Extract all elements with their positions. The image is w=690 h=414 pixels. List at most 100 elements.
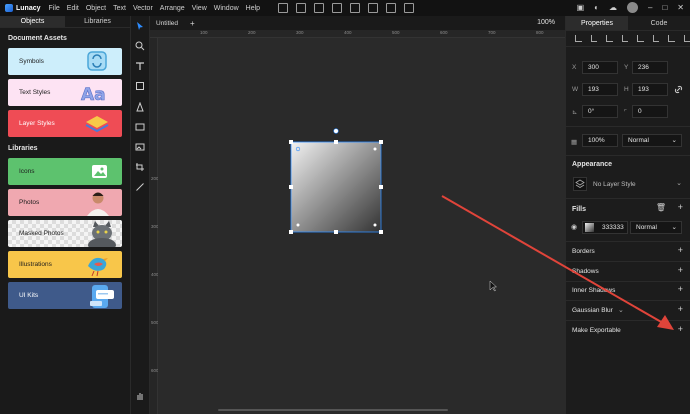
rotate-icon[interactable]: [386, 3, 396, 13]
menu-arrange[interactable]: Arrange: [160, 5, 185, 12]
libraries-heading: Libraries: [8, 145, 38, 152]
tab-properties[interactable]: Properties: [566, 16, 628, 30]
add-fill-button[interactable]: +: [678, 202, 683, 212]
masked-photos-label: Masked Photos: [19, 230, 64, 237]
ruler-label: 500: [392, 30, 400, 35]
close-icon[interactable]: ✕: [677, 3, 684, 12]
resize-handle[interactable]: [289, 185, 293, 189]
align-bottom-icon[interactable]: [652, 35, 659, 42]
resize-handle[interactable]: [379, 185, 383, 189]
menu-vector[interactable]: Vector: [133, 5, 153, 12]
resize-handle[interactable]: [334, 230, 338, 234]
layer-style-swatch[interactable]: [573, 177, 587, 191]
menu-help[interactable]: Help: [246, 5, 260, 12]
frame-tool-icon[interactable]: [135, 122, 145, 132]
height-field[interactable]: 193: [632, 83, 668, 96]
hand-tool-icon[interactable]: [135, 391, 145, 401]
chevron-down-icon[interactable]: ⌄: [618, 306, 624, 314]
boolean-intersect-icon[interactable]: [314, 3, 324, 13]
rotation-handle[interactable]: [333, 128, 339, 134]
corner-radius-handle[interactable]: [373, 223, 377, 227]
radius-field[interactable]: 0: [632, 105, 668, 118]
horizontal-scrollbar[interactable]: [218, 409, 448, 411]
rectangle-tool-icon[interactable]: [135, 81, 145, 91]
y-field[interactable]: 236: [632, 61, 668, 74]
avatar[interactable]: [627, 2, 638, 13]
tab-untitled[interactable]: Untitled: [150, 20, 178, 27]
menu-file[interactable]: File: [49, 5, 60, 12]
menu-view[interactable]: View: [192, 5, 207, 12]
x-field[interactable]: 300: [582, 61, 618, 74]
menu-edit[interactable]: Edit: [67, 5, 79, 12]
select-tool-icon[interactable]: [135, 21, 145, 31]
tab-code[interactable]: Code: [628, 16, 690, 30]
illustrations-card[interactable]: Illustrations: [8, 251, 122, 278]
layer-styles-card[interactable]: Layer Styles: [8, 110, 122, 137]
add-shadow-button[interactable]: +: [678, 265, 683, 275]
distribute-horizontal-icon[interactable]: [668, 35, 675, 42]
ui-kits-card[interactable]: UI Kits: [8, 282, 122, 309]
blend-mode-select[interactable]: Normal ⌄: [622, 134, 682, 147]
corner-radius-handle[interactable]: [296, 223, 300, 227]
flatten-icon[interactable]: [350, 3, 360, 13]
layer-style-value[interactable]: No Layer Style: [593, 181, 636, 188]
new-tab-button[interactable]: +: [178, 19, 195, 28]
layout-icon[interactable]: ▣: [577, 3, 585, 12]
opacity-field[interactable]: 100%: [582, 134, 618, 147]
align-right-icon[interactable]: [606, 35, 613, 42]
fill-swatch[interactable]: [585, 223, 594, 232]
align-left-icon[interactable]: [575, 35, 582, 42]
line-tool-icon[interactable]: [135, 182, 145, 192]
menu-object[interactable]: Object: [86, 5, 106, 12]
minimize-icon[interactable]: –: [648, 3, 652, 12]
zoom-level[interactable]: 100%: [537, 19, 555, 26]
icons-card[interactable]: Icons: [8, 158, 122, 185]
align-center-icon[interactable]: [590, 35, 597, 42]
symbols-card[interactable]: Symbols: [8, 48, 122, 75]
width-field[interactable]: 193: [582, 83, 618, 96]
menu-text[interactable]: Text: [113, 5, 126, 12]
trash-icon[interactable]: 🗑: [656, 203, 666, 212]
inner-shadows-label: Inner Shadows: [572, 287, 616, 294]
text-tool-icon[interactable]: [135, 61, 145, 71]
slice-tool-icon[interactable]: [135, 162, 145, 172]
resize-handle[interactable]: [379, 140, 383, 144]
resize-handle[interactable]: [379, 230, 383, 234]
rotation-field[interactable]: 0°: [582, 105, 618, 118]
corner-radius-handle[interactable]: [373, 147, 377, 151]
text-styles-card[interactable]: Text Styles Aa: [8, 79, 122, 106]
link-icon[interactable]: [674, 85, 683, 94]
distribute-vertical-icon[interactable]: [683, 35, 690, 42]
image-tool-icon[interactable]: [135, 142, 145, 152]
boolean-subtract-icon[interactable]: [296, 3, 306, 13]
eye-icon[interactable]: ◉: [571, 223, 577, 231]
cloud-icon[interactable]: ☁: [609, 3, 617, 12]
add-inner-shadow-button[interactable]: +: [678, 284, 683, 294]
fill-blend-select[interactable]: Normal ⌄: [630, 221, 682, 234]
add-border-button[interactable]: +: [678, 245, 683, 255]
menu-window[interactable]: Window: [214, 5, 239, 12]
masked-photos-card[interactable]: Masked Photos: [8, 220, 122, 247]
flip-icon[interactable]: [404, 3, 414, 13]
add-export-button[interactable]: +: [678, 324, 683, 334]
add-blur-button[interactable]: +: [678, 304, 683, 314]
maximize-icon[interactable]: □: [662, 3, 667, 12]
theme-icon[interactable]: ◐: [594, 3, 599, 12]
divider: [566, 155, 690, 156]
resize-handle[interactable]: [289, 140, 293, 144]
chevron-down-icon[interactable]: ⌄: [676, 179, 682, 187]
mask-icon[interactable]: [368, 3, 378, 13]
align-middle-icon[interactable]: [637, 35, 644, 42]
pen-tool-icon[interactable]: [135, 102, 145, 112]
canvas[interactable]: [158, 38, 565, 414]
tab-libraries[interactable]: Libraries: [65, 16, 130, 27]
align-top-icon[interactable]: [621, 35, 628, 42]
resize-handle[interactable]: [289, 230, 293, 234]
tab-objects[interactable]: Objects: [0, 16, 65, 27]
zoom-tool-icon[interactable]: [135, 41, 145, 51]
resize-handle[interactable]: [334, 140, 338, 144]
boolean-union-icon[interactable]: [278, 3, 288, 13]
selected-rectangle[interactable]: [291, 142, 381, 232]
boolean-difference-icon[interactable]: [332, 3, 342, 13]
photos-card[interactable]: Photos: [8, 189, 122, 216]
